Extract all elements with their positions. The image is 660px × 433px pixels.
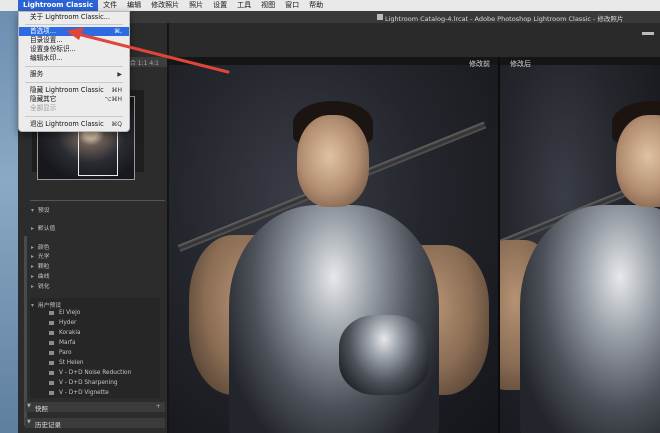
menu-separator bbox=[25, 24, 123, 25]
preset-item[interactable]: Paro bbox=[49, 350, 72, 356]
presets-panel: ▾ 预设 ▸ 默认值 ▸ 颜色 ▸ 光学 ▸ 颗粒 ▸ 曲线 ▸ 锐化 ▾ 用户预设 El Vi… bbox=[23, 205, 163, 405]
presets-header[interactable]: ▾ 预设 bbox=[31, 205, 50, 214]
preset-item[interactable]: Korakia bbox=[49, 330, 81, 336]
helmet bbox=[339, 315, 429, 395]
collapse-triangle-icon: ▼ bbox=[27, 419, 31, 425]
menu-item-quit[interactable]: 退出 Lightroom Classic ⌘Q bbox=[19, 120, 129, 129]
photo-after[interactable] bbox=[500, 65, 660, 433]
preset-item[interactable]: St Helen bbox=[49, 360, 84, 366]
preset-item[interactable]: V - D+D Sharpening bbox=[49, 380, 118, 386]
menu-settings[interactable]: 设置 bbox=[208, 0, 232, 11]
preset-item[interactable]: Hyder bbox=[49, 320, 76, 326]
preset-group[interactable]: ▸ 颜色 bbox=[31, 242, 50, 251]
menu-help[interactable]: 帮助 bbox=[304, 0, 328, 11]
window-title: Lightroom Catalog-4.lrcat - Adobe Photos… bbox=[385, 15, 624, 23]
preset-item[interactable]: El Viejo bbox=[49, 310, 80, 316]
menu-photo[interactable]: 照片 bbox=[184, 0, 208, 11]
before-label: 修改前 bbox=[469, 60, 490, 68]
menu-edit[interactable]: 编辑 bbox=[122, 0, 146, 11]
user-presets-group[interactable]: ▾ 用户预设 bbox=[31, 300, 61, 309]
lightroom-app-menu: 关于 Lightroom Classic... 首选项... ⌘, 目录设置..… bbox=[18, 11, 130, 132]
preset-group[interactable]: ▸ 默认值 bbox=[31, 223, 55, 232]
photo-before[interactable] bbox=[169, 65, 498, 433]
face bbox=[297, 115, 369, 207]
face bbox=[616, 115, 660, 207]
collapse-triangle-icon: ▼ bbox=[27, 403, 31, 409]
menu-item-hide-others[interactable]: 隐藏其它 ⌥⌘H bbox=[19, 95, 129, 104]
history-panel-header[interactable]: ▼ 历史记录 bbox=[25, 418, 165, 429]
menu-item-services[interactable]: 服务 ▶ bbox=[19, 70, 129, 79]
menu-window[interactable]: 窗口 bbox=[280, 0, 304, 11]
menu-tools[interactable]: 工具 bbox=[232, 0, 256, 11]
preset-group[interactable]: ▸ 曲线 bbox=[31, 271, 50, 280]
menu-item-edit-watermarks[interactable]: 编辑水印... bbox=[19, 54, 129, 63]
document-icon bbox=[377, 14, 383, 20]
armor bbox=[520, 205, 660, 433]
menu-item-catalog-settings[interactable]: 目录设置... bbox=[19, 36, 129, 45]
preset-item[interactable]: V - D+D Noise Reduction bbox=[49, 370, 131, 376]
after-label: 修改后 bbox=[510, 60, 531, 68]
preset-item[interactable]: V - D+D Vignette bbox=[49, 390, 109, 396]
menu-separator bbox=[25, 116, 123, 117]
preset-group[interactable]: ▸ 颗粒 bbox=[31, 261, 50, 270]
preset-group[interactable]: ▸ 锐化 bbox=[31, 281, 50, 290]
submenu-arrow-icon: ▶ bbox=[117, 71, 122, 78]
preset-item[interactable]: Marfa bbox=[49, 340, 76, 346]
menu-separator bbox=[25, 82, 123, 83]
preset-group[interactable]: ▸ 光学 bbox=[31, 251, 50, 260]
menu-bar: Lightroom Classic 文件 编辑 修改照片 照片 设置 工具 视图… bbox=[0, 0, 660, 11]
panel-toggle-icon[interactable] bbox=[642, 32, 654, 35]
menu-view[interactable]: 视图 bbox=[256, 0, 280, 11]
menu-item-about[interactable]: 关于 Lightroom Classic... bbox=[19, 13, 129, 22]
menu-separator bbox=[25, 66, 123, 67]
menu-item-preferences[interactable]: 首选项... ⌘, bbox=[19, 27, 129, 36]
menu-item-hide-app[interactable]: 隐藏 Lightroom Classic ⌘H bbox=[19, 86, 129, 95]
snapshots-panel-header[interactable]: ▼ 快照 + bbox=[25, 402, 165, 413]
menu-item-show-all: 全部显示 bbox=[30, 104, 57, 112]
menu-file[interactable]: 文件 bbox=[98, 0, 122, 11]
desktop-background bbox=[0, 11, 18, 433]
menu-item-identity-plate[interactable]: 设置身份标识... bbox=[19, 45, 129, 54]
panel-divider bbox=[30, 200, 165, 201]
add-snapshot-icon[interactable]: + bbox=[156, 402, 161, 410]
toolbar-area bbox=[169, 23, 660, 57]
menu-develop[interactable]: 修改照片 bbox=[146, 0, 184, 11]
menu-lightroom-classic[interactable]: Lightroom Classic bbox=[18, 0, 99, 11]
